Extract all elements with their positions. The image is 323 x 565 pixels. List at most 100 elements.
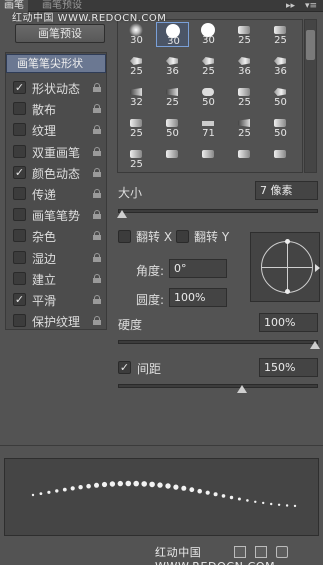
option-checkbox[interactable] [13, 208, 26, 222]
lock-icon[interactable] [93, 104, 101, 114]
brush-shape-circle[interactable] [261, 239, 313, 294]
list-item[interactable]: 建立 [6, 268, 106, 290]
angle-roundness-widget[interactable] [250, 232, 320, 302]
brush-tip-cell[interactable]: 36 [228, 53, 261, 78]
list-item[interactable]: ✓ 颜色动态 [6, 162, 106, 184]
option-label: 纹理 [32, 124, 57, 139]
collapse-panel-icon[interactable]: ▸▸ [286, 1, 295, 11]
toggle-preview-icon[interactable] [234, 546, 246, 558]
option-checkbox[interactable] [13, 271, 26, 285]
roundness-field[interactable]: 100% [169, 288, 227, 307]
stroke-dot [125, 480, 132, 487]
size-slider-track[interactable] [118, 209, 318, 213]
flip-x-checkbox[interactable] [118, 230, 131, 243]
section-divider [0, 445, 323, 446]
size-field[interactable]: 7 像素 [255, 181, 318, 200]
lock-icon[interactable] [93, 83, 101, 92]
lock-icon[interactable] [93, 231, 101, 241]
lock-icon[interactable] [93, 167, 101, 177]
option-checkbox[interactable] [13, 187, 26, 200]
brush-tip-cell[interactable]: 25 [120, 53, 153, 78]
option-checkbox[interactable] [13, 102, 26, 116]
brush-tip-cell[interactable]: 25 [228, 84, 261, 109]
spacing-slider-track[interactable] [118, 384, 318, 388]
stroke-dot [293, 504, 297, 508]
brush-tip-shape-item[interactable]: 画笔笔尖形状 [6, 54, 106, 73]
lock-icon[interactable] [93, 316, 101, 326]
list-item[interactable]: 杂色 [6, 225, 106, 247]
grid-icon[interactable] [255, 546, 267, 558]
hardness-slider-thumb[interactable] [310, 341, 320, 349]
list-item[interactable]: 湿边 [6, 247, 106, 269]
flip-y-checkbox[interactable] [176, 230, 189, 243]
bar-brush-icon [202, 150, 214, 158]
brush-tip-cell[interactable]: 36 [264, 53, 297, 78]
angle-field[interactable]: 0° [169, 259, 227, 278]
brush-tip-cell[interactable]: 25 [120, 115, 153, 140]
brush-tip-cell[interactable] [156, 146, 189, 171]
list-item[interactable]: 画笔笔势 [6, 204, 106, 226]
brush-tip-cell[interactable]: 25 [228, 115, 261, 140]
option-checkbox[interactable]: ✓ [13, 81, 26, 94]
lock-icon[interactable] [93, 146, 101, 156]
option-checkbox[interactable] [13, 314, 26, 328]
list-item[interactable]: 传递 [6, 183, 106, 205]
brush-tip-cell[interactable]: 25 [120, 146, 153, 171]
stroke-preview-dots [31, 480, 297, 508]
lock-icon[interactable] [93, 210, 101, 220]
brush-tip-cell[interactable]: 36 [156, 53, 189, 78]
brush-tip-cell[interactable]: 50 [264, 84, 297, 109]
brush-tip-cell[interactable]: 50 [264, 115, 297, 140]
option-checkbox[interactable] [13, 144, 26, 158]
size-label: 大小 [118, 186, 143, 200]
list-item[interactable]: ✓ 形状动态 [6, 77, 106, 99]
option-checkbox[interactable] [13, 229, 26, 243]
brush-tip-cell[interactable] [264, 146, 297, 171]
lock-icon[interactable] [93, 189, 101, 198]
create-new-brush-icon[interactable] [276, 546, 288, 558]
roundness-handle-bottom[interactable] [285, 289, 290, 294]
brush-tip-cell[interactable]: 25 [264, 22, 297, 47]
stroke-dot [47, 490, 51, 494]
panel-menu-icon[interactable]: ▾≡ [305, 1, 317, 11]
hardness-label: 硬度 [118, 318, 143, 332]
option-checkbox[interactable] [13, 250, 26, 264]
brush-tip-cell[interactable]: 25 [228, 22, 261, 47]
lock-icon[interactable] [93, 273, 101, 283]
angle-arrow-icon[interactable] [315, 264, 320, 272]
flat-brush-icon [202, 121, 214, 126]
brush-tip-cell[interactable]: 30 [120, 22, 153, 47]
option-checkbox[interactable] [13, 123, 26, 137]
roundness-handle-top[interactable] [285, 239, 290, 244]
lock-icon[interactable] [93, 252, 101, 262]
hardness-slider-track[interactable] [118, 340, 318, 344]
spacing-slider-thumb[interactable] [237, 385, 247, 393]
brush-tip-cell[interactable] [228, 146, 261, 171]
brush-tip-cell[interactable]: 25 [156, 84, 189, 109]
list-item[interactable]: 纹理 [6, 119, 106, 141]
lock-icon[interactable] [93, 125, 101, 135]
spacing-field[interactable]: 150% [259, 358, 318, 377]
bar-brush-icon [274, 26, 286, 34]
lock-icon[interactable] [93, 295, 101, 304]
brush-tip-cell[interactable]: 50 [192, 84, 225, 109]
option-checkbox[interactable]: ✓ [13, 165, 26, 179]
list-item[interactable]: 双重画笔 [6, 141, 106, 163]
hardness-field[interactable]: 100% [259, 313, 318, 332]
brush-tip-cell[interactable]: 30 [156, 22, 189, 47]
brush-tip-cell[interactable]: 50 [156, 115, 189, 140]
brush-tip-cell[interactable] [192, 146, 225, 171]
brush-presets-button[interactable]: 画笔预设 [15, 24, 105, 43]
brush-tip-cell[interactable]: 30 [192, 22, 225, 47]
spacing-checkbox[interactable]: ✓ [118, 361, 131, 374]
option-checkbox[interactable]: ✓ [13, 293, 26, 306]
list-item[interactable]: ✓ 平滑 [6, 289, 106, 311]
list-item[interactable]: 保护纹理 [6, 310, 106, 332]
brush-tip-cell[interactable]: 32 [120, 84, 153, 109]
watermark-top: 红动中国 WWW.REDOCN.COM [12, 13, 167, 24]
size-slider-thumb[interactable] [117, 210, 127, 218]
brush-tip-cell[interactable]: 25 [192, 53, 225, 78]
list-item[interactable]: 散布 [6, 98, 106, 120]
brush-tip-cell[interactable]: 71 [192, 115, 225, 140]
brush-grid-scroll-thumb[interactable] [306, 30, 315, 60]
